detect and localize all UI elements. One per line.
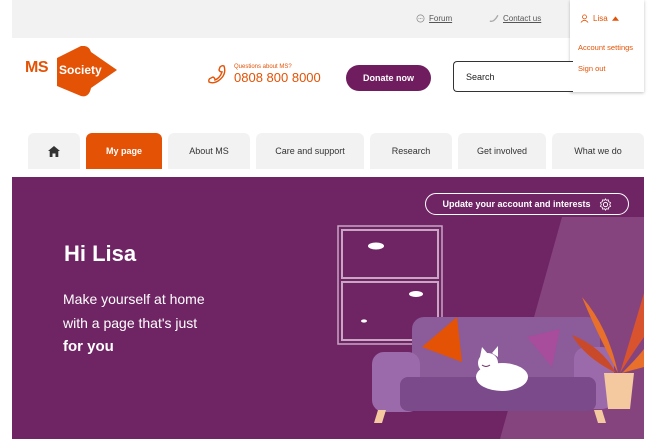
search-input[interactable]: Search — [453, 61, 573, 92]
tab-get-involved[interactable]: Get involved — [458, 133, 546, 169]
account-settings-link[interactable]: Account settings — [578, 43, 633, 52]
hero-banner: Update your account and interests Hi Lis… — [12, 177, 644, 439]
phone-icon — [489, 15, 499, 23]
update-account-button[interactable]: Update your account and interests — [425, 193, 629, 215]
hero-subtitle: Make yourself at home with a page that's… — [63, 287, 205, 359]
hero-line-3: for you — [63, 338, 114, 355]
logo-society-text: Society — [59, 63, 102, 77]
sign-out-link[interactable]: Sign out — [578, 64, 606, 73]
forum-link[interactable]: Forum — [416, 14, 452, 23]
tab-what-we-do[interactable]: What we do — [552, 133, 644, 169]
user-dropdown-menu: Lisa Account settings Sign out — [570, 0, 644, 92]
contact-label: Contact us — [503, 14, 542, 23]
contact-link[interactable]: Contact us — [489, 14, 541, 23]
user-name-label: Lisa — [593, 14, 608, 23]
tab-my-page[interactable]: My page — [86, 133, 162, 169]
donate-button[interactable]: Donate now — [346, 65, 431, 91]
hero-line-1: Make yourself at home — [63, 291, 205, 307]
ms-society-logo[interactable]: MS Society — [25, 46, 117, 97]
tab-about-ms[interactable]: About MS — [168, 133, 250, 169]
utility-bar: Forum Contact us — [12, 0, 644, 38]
user-icon — [580, 14, 589, 23]
forum-label: Forum — [429, 14, 453, 23]
helpline[interactable]: Questions about MS? 0808 800 8000 — [206, 63, 321, 85]
greeting-heading: Hi Lisa — [64, 241, 137, 266]
living-room-illustration — [337, 217, 644, 439]
gear-icon — [599, 197, 611, 211]
home-icon — [48, 145, 60, 157]
logo-ms-text: MS — [25, 59, 49, 76]
hero-line-2: with a page that's just — [63, 315, 198, 331]
user-menu-toggle[interactable]: Lisa — [580, 14, 619, 23]
tab-research[interactable]: Research — [370, 133, 452, 169]
tab-care-and-support[interactable]: Care and support — [256, 133, 364, 169]
update-account-label: Update your account and interests — [442, 199, 591, 209]
phone-number: 0808 800 8000 — [234, 69, 321, 85]
caret-up-icon — [611, 16, 619, 21]
chat-icon — [416, 14, 425, 23]
phone-handset-icon — [208, 64, 226, 84]
tab-home[interactable] — [28, 133, 80, 169]
